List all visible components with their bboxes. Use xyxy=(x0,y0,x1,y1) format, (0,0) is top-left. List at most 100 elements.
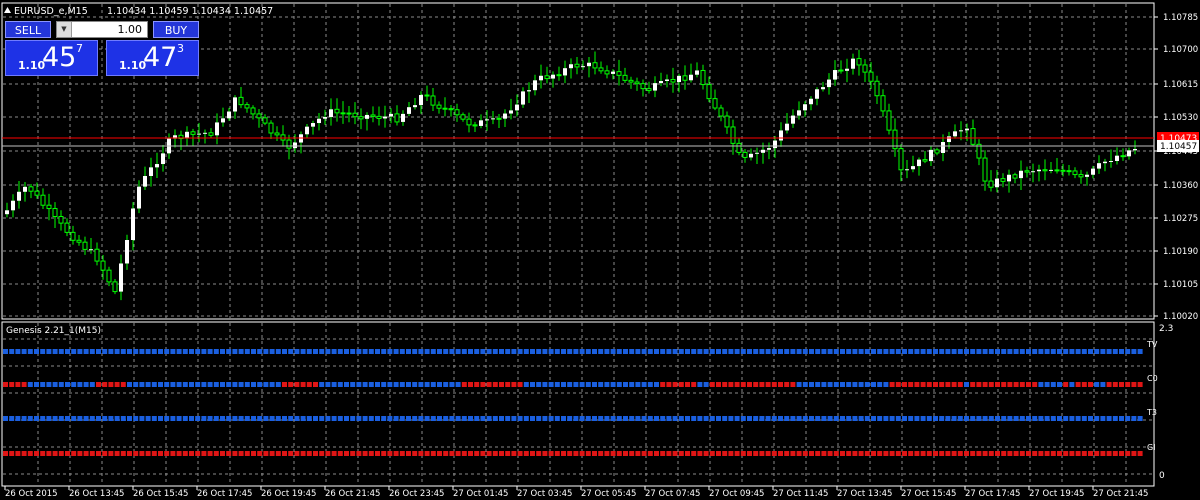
candle-body xyxy=(352,112,358,118)
indicator-dot xyxy=(871,451,876,456)
candle-body xyxy=(34,190,40,196)
indicator-dot xyxy=(666,451,672,456)
indicator-dot xyxy=(759,416,765,421)
indicator-dot xyxy=(1106,451,1112,456)
candle-body xyxy=(868,71,874,82)
indicator-dot xyxy=(238,416,244,421)
candle-body xyxy=(634,81,640,85)
indicator-dot xyxy=(1075,416,1081,421)
indicator-dot xyxy=(908,416,914,421)
indicator-dot xyxy=(158,382,163,387)
indicator-dot xyxy=(96,349,101,354)
indicator-dot xyxy=(325,451,331,456)
candle-body xyxy=(970,128,976,145)
indicator-dot xyxy=(889,451,895,456)
indicator-dot xyxy=(9,416,15,421)
candle-body xyxy=(430,95,436,106)
indicator-dot xyxy=(294,451,300,456)
indicator-dot xyxy=(108,416,114,421)
indicator-dot xyxy=(1137,416,1143,421)
lot-size-field[interactable]: ▼ 1.00 xyxy=(56,21,148,38)
indicator-dot xyxy=(437,451,442,456)
indicator-dot xyxy=(226,382,232,387)
indicator-dot xyxy=(1038,349,1044,354)
indicator-dot xyxy=(207,416,213,421)
indicator-dot xyxy=(554,416,560,421)
candle-body xyxy=(1072,170,1078,176)
indicator-dot xyxy=(629,349,635,354)
indicator-dot xyxy=(573,416,579,421)
indicator-dot xyxy=(685,451,690,456)
indicator-dot xyxy=(77,349,83,354)
symbol-header[interactable]: EURUSD_e,M15 1.10434 1.10459 1.10434 1.1… xyxy=(4,6,273,17)
indicator-dot xyxy=(15,451,21,456)
indicator-dot xyxy=(505,349,511,354)
indicator-dot xyxy=(759,349,765,354)
indicator-dot xyxy=(424,416,430,421)
indicator-dot xyxy=(337,451,343,456)
indicator-dot xyxy=(300,382,306,387)
indicator-dot xyxy=(666,349,672,354)
indicator-dot xyxy=(195,451,201,456)
indicator-dot xyxy=(356,451,362,456)
indicator-dot xyxy=(939,416,945,421)
time-tick-label: 27 Oct 15:45 xyxy=(901,489,956,499)
indicator-dot xyxy=(300,416,306,421)
indicator-dot xyxy=(331,382,337,387)
indicator-dot xyxy=(734,382,740,387)
indicator-dot xyxy=(796,382,802,387)
indicator-dot xyxy=(573,382,579,387)
indicator-dot xyxy=(449,382,455,387)
indicator-dot xyxy=(840,451,845,456)
candle-body xyxy=(1054,169,1060,172)
indicator-dot xyxy=(238,382,244,387)
indicator-dot xyxy=(709,416,715,421)
indicator-row-label: T3 xyxy=(1146,408,1157,417)
candle-body xyxy=(365,114,369,119)
sell-button[interactable]: SELL xyxy=(5,21,51,38)
indicator-dot xyxy=(189,349,194,354)
indicator-dot xyxy=(65,451,70,456)
indicator-dot xyxy=(1001,451,1007,456)
indicator-dot xyxy=(809,382,814,387)
indicator-dot xyxy=(393,416,399,421)
candle-body xyxy=(730,126,736,144)
indicator-dot xyxy=(802,349,808,354)
indicator-dot xyxy=(139,382,145,387)
indicator-dot xyxy=(778,451,783,456)
indicator-dot xyxy=(176,416,182,421)
sell-price-box[interactable]: 1.10 45 7 xyxy=(5,40,98,76)
indicator-dot xyxy=(127,349,132,354)
candle-body xyxy=(454,109,460,116)
candle-body xyxy=(119,263,123,292)
indicator-dot xyxy=(660,382,666,387)
candle-body xyxy=(23,186,27,192)
indicator-dot xyxy=(468,451,473,456)
candle-body xyxy=(749,153,753,158)
buy-button[interactable]: BUY xyxy=(153,21,199,38)
chevron-down-icon[interactable]: ▼ xyxy=(57,22,72,37)
time-tick-label: 26 Oct 17:45 xyxy=(197,489,252,499)
indicator-dot xyxy=(34,451,39,456)
candle-body xyxy=(106,269,112,283)
indicator-dot xyxy=(1057,451,1062,456)
candle-body xyxy=(856,58,862,66)
candle-body xyxy=(323,117,327,119)
indicator-dot xyxy=(809,416,814,421)
indicator-dot xyxy=(1131,382,1137,387)
indicator-dot xyxy=(381,382,387,387)
indicator-dot xyxy=(257,349,263,354)
indicator-dot xyxy=(511,451,517,456)
candle-body xyxy=(646,88,652,92)
indicator-dot xyxy=(1075,451,1081,456)
time-tick-label: 26 Oct 19:45 xyxy=(261,489,316,499)
indicator-dot xyxy=(145,349,151,354)
indicator-dot xyxy=(765,349,771,354)
candle-body xyxy=(779,130,783,141)
indicator-dot xyxy=(201,451,207,456)
indicator-dot xyxy=(455,349,461,354)
indicator-dot xyxy=(1038,451,1044,456)
buy-price-box[interactable]: 1.10 47 3 xyxy=(106,40,199,76)
indicator-dot xyxy=(691,416,697,421)
candle-body xyxy=(250,107,256,115)
